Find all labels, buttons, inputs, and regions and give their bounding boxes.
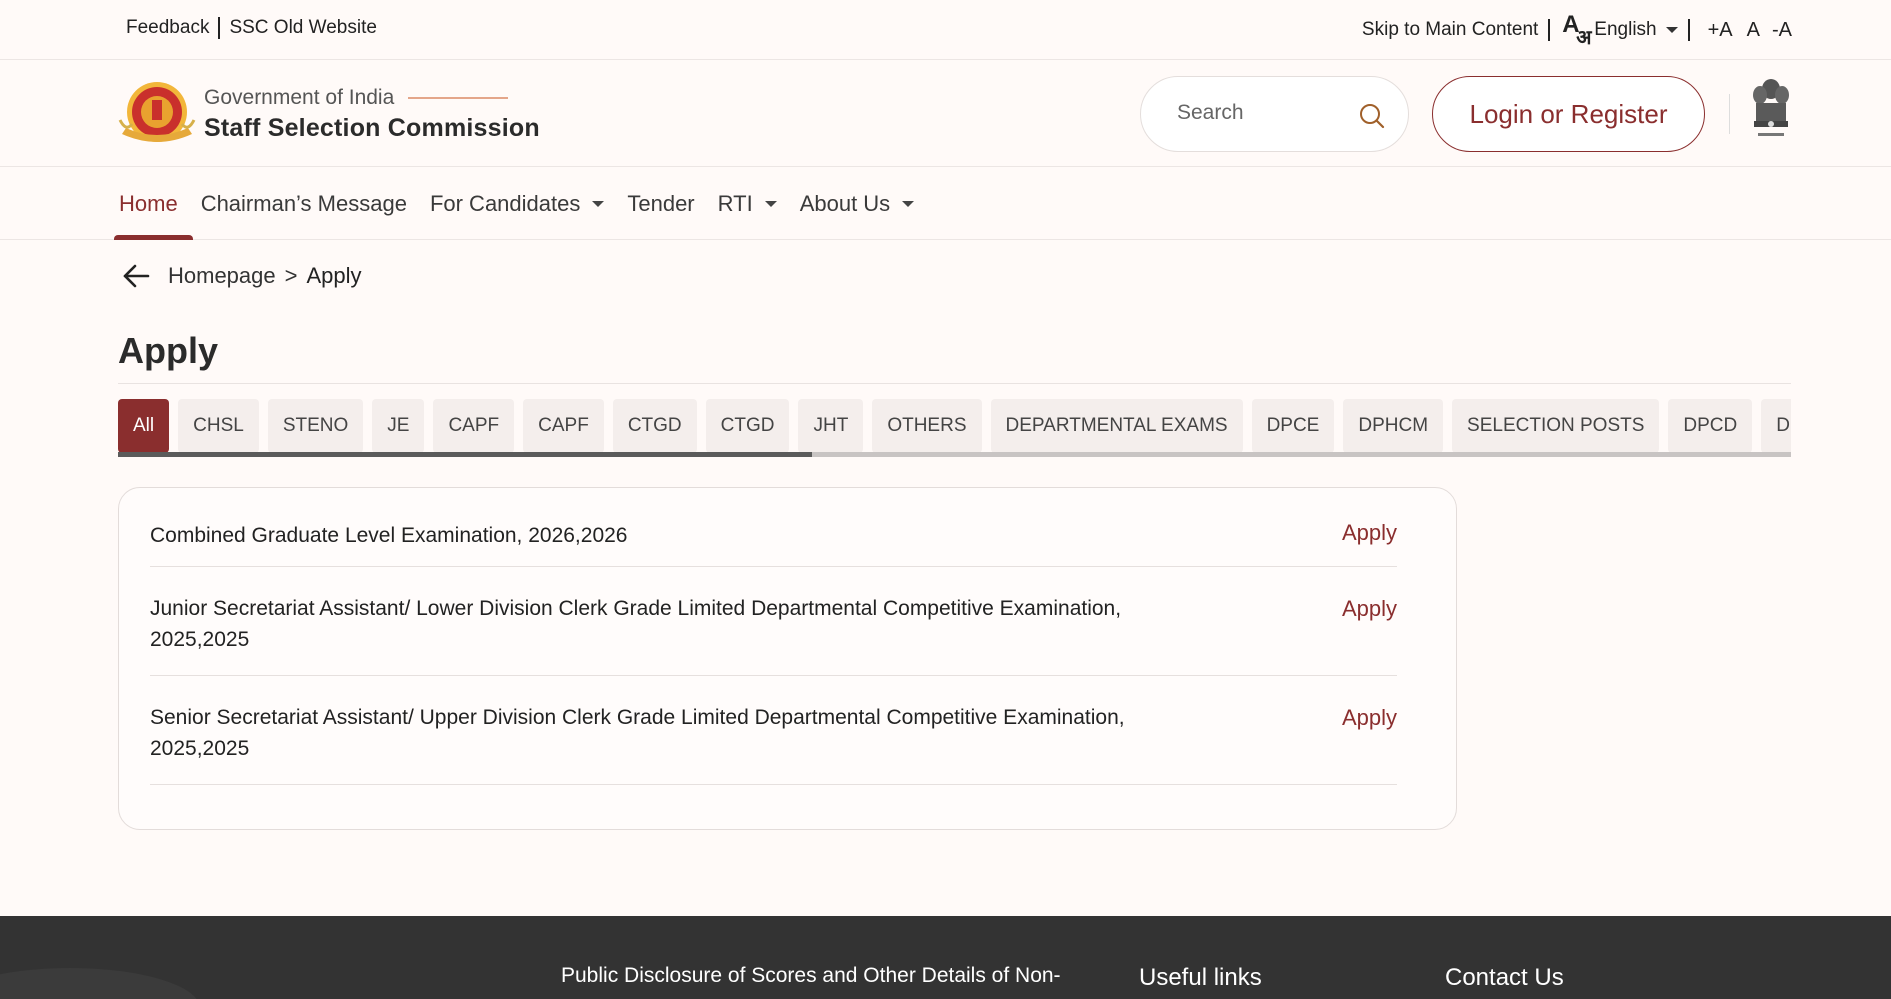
tab-ctgd[interactable]: CTGD <box>612 399 697 453</box>
nav-label: Chairman’s Message <box>200 191 407 216</box>
ssc-logo-icon[interactable] <box>118 80 196 148</box>
utility-links: Feedback SSC Old Website <box>126 17 377 39</box>
nav-item-about-us[interactable]: About Us <box>800 168 915 240</box>
nav-item-rti[interactable]: RTI <box>718 168 777 240</box>
font-increase-button[interactable]: +A <box>1708 19 1733 42</box>
nav-label: For Candidates <box>429 191 581 216</box>
nav-label: Tender <box>627 191 695 216</box>
tab-dpcd[interactable]: DPCD <box>1668 399 1753 453</box>
chevron-down-icon <box>764 201 777 207</box>
national-emblem-icon <box>1753 79 1789 136</box>
divider <box>1548 19 1551 41</box>
nav-item-for-candidates[interactable]: For Candidates <box>429 168 605 240</box>
language-label: English <box>1594 19 1657 40</box>
nav-label: About Us <box>799 191 891 216</box>
breadcrumb: Homepage > Apply <box>122 262 362 290</box>
nav-label: Home <box>119 191 178 216</box>
language-icon: A अ <box>1560 11 1594 49</box>
tab-departmental-exams[interactable]: DEPARTMENTAL EXAMS <box>990 399 1243 453</box>
language-select[interactable]: English <box>1594 19 1678 41</box>
back-arrow-icon[interactable] <box>122 262 150 290</box>
exam-name: Senior Secretariat Assistant/ Upper Divi… <box>150 706 1125 760</box>
tab-others[interactable]: OTHERS <box>872 399 982 453</box>
tab-ctgd[interactable]: CTGD <box>705 399 790 453</box>
footer-useful-links-heading: Useful links <box>1139 964 1262 991</box>
decorative-line <box>408 97 509 99</box>
login-register-button[interactable]: Login or Register <box>1432 76 1705 152</box>
government-label: Government of India <box>204 86 395 109</box>
site-header: Government of India Staff Selection Comm… <box>0 61 1891 167</box>
feedback-link[interactable]: Feedback <box>126 17 209 39</box>
old-website-link[interactable]: SSC Old Website <box>229 17 376 39</box>
breadcrumb-separator: > <box>284 263 298 288</box>
footer-public-disclosure-link[interactable]: Public Disclosure of Scores and Other De… <box>561 964 1061 988</box>
chevron-down-icon <box>1665 26 1678 33</box>
divider <box>1729 94 1730 134</box>
tab-dpce[interactable]: DPCE <box>1251 399 1335 453</box>
font-decrease-button[interactable]: -A <box>1772 19 1792 42</box>
exam-filter-tabs: All CHSL STENO JE CAPF CAPF CTGD CTGD JHT OTHERS D… <box>118 399 1791 453</box>
tab-chsl[interactable]: CHSL <box>178 399 259 453</box>
divider <box>1687 19 1690 41</box>
list-item: Junior Secretariat Assistant/ Lower Divi… <box>150 567 1397 676</box>
search-icon[interactable] <box>1359 103 1385 129</box>
list-item: Senior Secretariat Assistant/ Upper Divi… <box>150 676 1397 785</box>
breadcrumb-homepage-link[interactable]: Homepage <box>168 263 276 289</box>
tabs-scrollbar-thumb[interactable] <box>118 452 812 457</box>
tab-all[interactable]: All <box>118 399 170 453</box>
tab-capf[interactable]: CAPF <box>433 399 515 453</box>
search-box <box>1140 76 1409 152</box>
tab-je[interactable]: JE <box>372 399 425 453</box>
breadcrumb-current: Apply <box>306 263 362 288</box>
list-item: Combined Graduate Level Examination, 202… <box>150 488 1397 567</box>
nav-item-chairmans-message[interactable]: Chairman’s Message <box>201 168 407 240</box>
exam-name: Combined Graduate Level Examination, 202… <box>150 524 628 547</box>
search-input[interactable] <box>1177 101 1347 125</box>
footer-contact-us-heading: Contact Us <box>1445 964 1564 991</box>
apply-link[interactable]: Apply <box>1342 705 1397 731</box>
org-name: Staff Selection Commission <box>204 114 540 142</box>
apply-link[interactable]: Apply <box>1342 520 1397 546</box>
nav-item-tender[interactable]: Tender <box>627 168 694 240</box>
tab-steno[interactable]: STENO <box>267 399 364 453</box>
main-nav: Home Chairman’s Message For Candidates T… <box>0 168 1891 240</box>
title-divider <box>118 383 1791 384</box>
chevron-down-icon <box>592 201 605 207</box>
skip-to-main-content-link[interactable]: Skip to Main Content <box>1362 19 1538 41</box>
footer-decoration <box>0 968 200 999</box>
tab-dphct[interactable]: DPHCT <box>1761 399 1791 453</box>
brand: Government of India Staff Selection Comm… <box>204 86 540 143</box>
utility-bar: Feedback SSC Old Website Skip to Main Co… <box>0 0 1891 60</box>
apply-link[interactable]: Apply <box>1342 596 1397 622</box>
tab-jht[interactable]: JHT <box>798 399 864 453</box>
nav-label: RTI <box>717 191 753 216</box>
nav-item-home[interactable]: Home <box>114 168 193 240</box>
accessibility-controls: Skip to Main Content A अ English +A A -A <box>1362 11 1792 49</box>
chevron-down-icon <box>902 201 915 207</box>
page-title: Apply <box>118 330 219 371</box>
tab-selection-posts[interactable]: SELECTION POSTS <box>1452 399 1660 453</box>
gov-line: Government of India <box>204 86 540 110</box>
tab-capf[interactable]: CAPF <box>523 399 604 453</box>
site-footer: Public Disclosure of Scores and Other De… <box>0 916 1891 999</box>
language-icon-devanagari: अ <box>1576 27 1592 49</box>
font-normal-button[interactable]: A <box>1747 19 1760 42</box>
tab-dphcm[interactable]: DPHCM <box>1343 399 1444 453</box>
apply-list-card: Combined Graduate Level Examination, 202… <box>118 487 1457 830</box>
exam-name: Junior Secretariat Assistant/ Lower Divi… <box>150 597 1122 651</box>
divider <box>218 17 221 39</box>
